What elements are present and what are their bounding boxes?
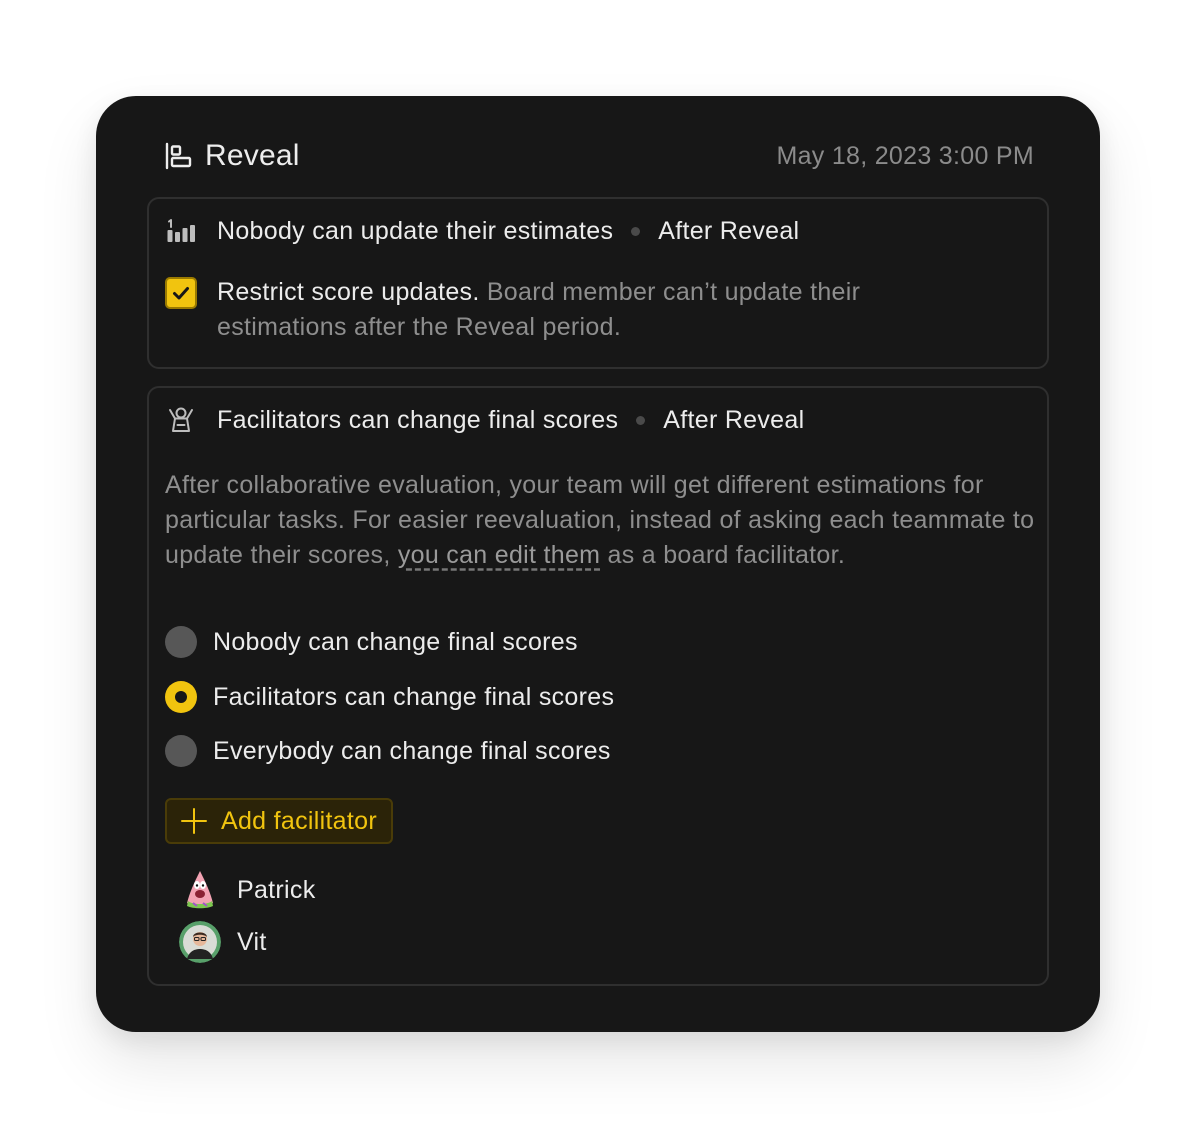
facilitator-person-icon: [169, 407, 193, 432]
card-header: Reveal May 18, 2023 3:00 PM: [164, 136, 1034, 176]
add-facilitator-button[interactable]: Add facilitator: [165, 798, 393, 844]
estimates-section-title: Nobody can update their estimates: [217, 216, 614, 245]
restrict-score-updates-checkbox[interactable]: [165, 277, 197, 309]
final-scores-section-tag: After Reveal: [663, 405, 805, 434]
plus-icon: [181, 808, 207, 834]
radio-option-label: Facilitators can change final scores: [213, 682, 615, 711]
radio-option-facilitators[interactable]: Facilitators can change final scores: [165, 679, 614, 715]
bar-chart-icon: [167, 219, 195, 242]
reveal-datetime: May 18, 2023 3:00 PM: [776, 141, 1034, 170]
restrict-score-updates-label: Restrict score updates.: [217, 278, 480, 306]
estimates-section-tag: After Reveal: [658, 216, 800, 245]
radio-option-everybody[interactable]: Everybody can change final scores: [165, 733, 611, 769]
radio-option-label: Nobody can change final scores: [213, 627, 578, 656]
facilitator-name: Vit: [237, 927, 267, 956]
separator-dot: [636, 415, 646, 425]
patrick-avatar: [187, 871, 213, 909]
facilitator-item-vit: Vit: [179, 920, 267, 964]
radio-option-label: Everybody can change final scores: [213, 736, 611, 765]
final-scores-section-header: Facilitators can change final scores Aft…: [165, 402, 804, 438]
final-scores-description: After collaborative evaluation, your tea…: [165, 468, 1035, 573]
add-facilitator-label: Add facilitator: [221, 806, 377, 835]
reveal-settings-card: Reveal May 18, 2023 3:00 PM Nobody can u…: [96, 96, 1100, 1032]
page-title: Reveal: [205, 139, 300, 172]
align-left-bars-icon: [165, 142, 192, 170]
header-title-group: Reveal: [164, 139, 300, 173]
facilitator-item-patrick: Patrick: [179, 868, 316, 912]
vit-avatar: [179, 921, 221, 963]
edit-scores-link[interactable]: you can edit them: [398, 541, 600, 569]
description-text-end: as a board facilitator.: [600, 541, 846, 569]
final-scores-section-title: Facilitators can change final scores: [217, 405, 619, 434]
separator-dot: [631, 226, 641, 236]
estimates-section: Nobody can update their estimates After …: [147, 197, 1049, 369]
checkmark-icon: [173, 287, 189, 300]
radio-option-nobody[interactable]: Nobody can change final scores: [165, 624, 578, 660]
final-scores-section: Facilitators can change final scores Aft…: [147, 386, 1049, 986]
radio-button[interactable]: [165, 735, 197, 767]
estimates-section-header: Nobody can update their estimates After …: [165, 213, 799, 249]
restrict-score-updates-text: Restrict score updates. Board member can…: [217, 275, 987, 345]
restrict-score-updates-option: Restrict score updates. Board member can…: [165, 277, 987, 345]
facilitator-name: Patrick: [237, 875, 316, 904]
radio-button-selected[interactable]: [165, 681, 197, 713]
radio-button[interactable]: [165, 626, 197, 658]
